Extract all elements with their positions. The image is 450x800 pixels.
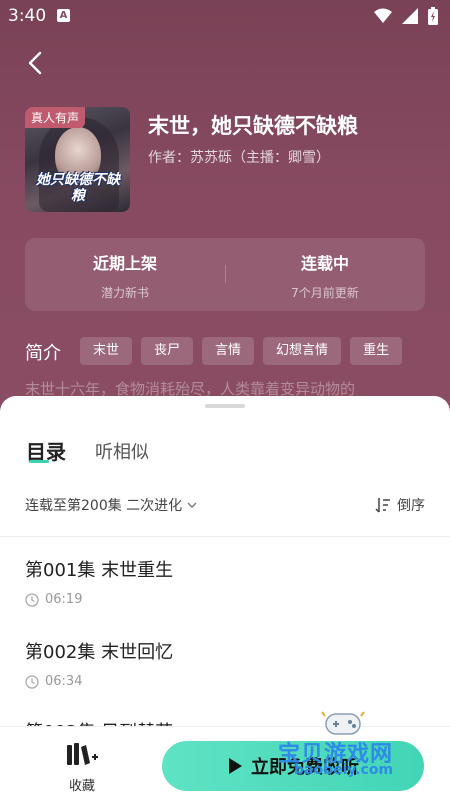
episode-item[interactable]: 第001集 末世重生 06:19: [25, 556, 425, 607]
episode-duration-text: 06:19: [45, 592, 83, 607]
battery-icon: [428, 7, 438, 25]
info-status-main: 连载中: [300, 254, 349, 273]
tab-similar[interactable]: 听相似: [95, 438, 149, 464]
episode-title: 第001集 末世重生: [25, 560, 174, 581]
clock-icon: [25, 592, 39, 607]
signal-icon: [402, 8, 418, 24]
play-now-button[interactable]: 立即免费收听: [162, 741, 424, 791]
book-author[interactable]: 作者：苏苏砾（主播：卿雪）: [148, 147, 330, 167]
episode-duration-text: 06:34: [45, 674, 83, 689]
bookshelf-add-icon: [67, 743, 98, 765]
episode-duration: 06:34: [25, 674, 425, 689]
play-icon: [229, 758, 242, 774]
play-now-label: 立即免费收听: [251, 757, 359, 778]
info-listing-sub: 潜力新书: [100, 286, 149, 300]
drag-handle[interactable]: [205, 404, 245, 408]
status-bar: 3:40 A: [0, 0, 450, 32]
tag-item[interactable]: 幻想言情: [263, 337, 342, 365]
sort-button[interactable]: 倒序: [375, 495, 425, 515]
episode-item[interactable]: 第002集 末世回忆 06:34: [25, 638, 425, 689]
status-time: 3:40: [8, 6, 47, 26]
book-title: 末世，她只缺德不缺粮: [148, 114, 358, 138]
info-status: 连载中 7个月前更新: [225, 250, 425, 301]
tag-item[interactable]: 言情: [202, 337, 255, 365]
tag-list: 末世 丧尸 言情 幻想言情 重生: [80, 337, 403, 365]
favorite-label: 收藏: [68, 779, 95, 794]
info-status-sub: 7个月前更新: [291, 286, 359, 300]
intro-label: 简介: [25, 343, 61, 364]
info-card: 近期上架 潜力新书 连载中 7个月前更新: [25, 238, 425, 311]
sort-label: 倒序: [397, 498, 425, 514]
tag-item[interactable]: 丧尸: [141, 337, 194, 365]
episode-duration: 06:19: [25, 592, 425, 607]
wifi-icon: [374, 8, 392, 23]
catalog-sub-bar: 连载至第200集 二次进化 倒序: [0, 492, 450, 522]
tab-active-indicator: [29, 460, 49, 463]
cover-title-art: 她只缺德不缺粮: [36, 172, 120, 204]
back-button[interactable]: [20, 48, 52, 80]
divider: [0, 536, 450, 537]
info-listing-main: 近期上架: [92, 254, 157, 273]
sort-icon: [375, 498, 390, 513]
bottom-action-bar: 收藏 立即免费收听: [0, 726, 450, 800]
clock-icon: [25, 674, 39, 689]
favorite-button[interactable]: 收藏: [55, 741, 109, 794]
book-cover[interactable]: 她只缺德不缺粮 真人有声: [25, 107, 130, 212]
chevron-left-icon: [28, 51, 42, 75]
episode-title: 第002集 末世回忆: [25, 642, 174, 663]
tag-item[interactable]: 末世: [80, 337, 133, 365]
serial-info-dropdown[interactable]: 连载至第200集 二次进化: [25, 495, 198, 515]
serial-info-label: 连载至第200集 二次进化: [25, 498, 183, 514]
info-listing: 近期上架 潜力新书: [25, 250, 225, 301]
notification-icon: A: [57, 9, 70, 22]
cover-tag: 真人有声: [25, 107, 86, 128]
chevron-down-icon: [187, 502, 197, 508]
tag-item[interactable]: 重生: [350, 337, 403, 365]
